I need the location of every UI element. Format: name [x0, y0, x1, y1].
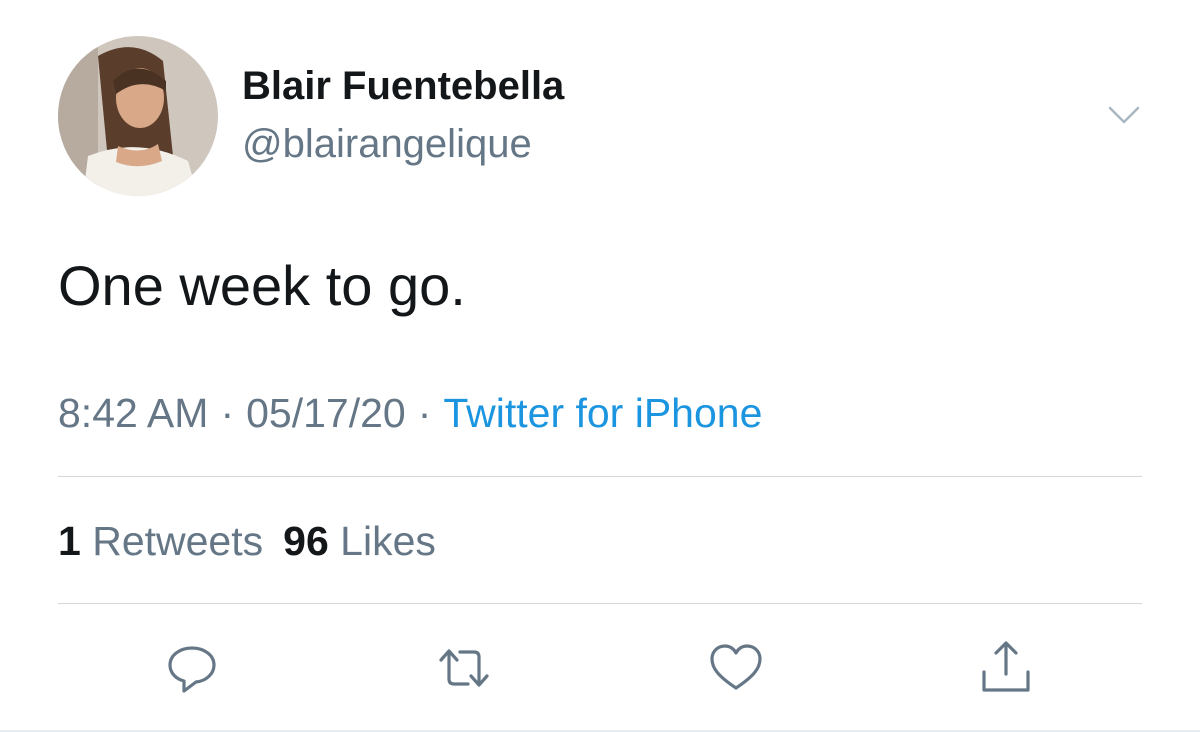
- chevron-down-icon[interactable]: [1104, 100, 1144, 130]
- reply-icon: [168, 646, 216, 693]
- meta-separator: ·: [220, 390, 235, 436]
- tweet-source-link[interactable]: Twitter for iPhone: [443, 390, 762, 436]
- tweet-stats: 1 Retweets 96 Likes: [58, 518, 436, 565]
- retweets-count: 1: [58, 518, 81, 564]
- reply-button[interactable]: [162, 638, 222, 698]
- retweets-label: Retweets: [92, 518, 264, 564]
- display-name[interactable]: Blair Fuentebella: [242, 64, 564, 109]
- likes-stat[interactable]: 96 Likes: [283, 518, 436, 564]
- retweet-icon: [439, 649, 489, 687]
- user-handle[interactable]: @blairangelique: [242, 122, 532, 167]
- retweet-button[interactable]: [434, 638, 494, 698]
- divider: [58, 476, 1142, 477]
- divider: [58, 603, 1142, 604]
- tweet-text: One week to go.: [58, 254, 466, 317]
- tweet-time: 8:42 AM: [58, 390, 209, 436]
- profile-photo: [58, 36, 218, 196]
- meta-separator: ·: [417, 390, 432, 436]
- share-button[interactable]: [976, 638, 1036, 698]
- likes-label: Likes: [340, 518, 436, 564]
- tweet-meta: 8:42 AM · 05/17/20 · Twitter for iPhone: [58, 390, 762, 437]
- retweets-stat[interactable]: 1 Retweets: [58, 518, 263, 564]
- avatar[interactable]: [58, 36, 218, 196]
- like-button[interactable]: [706, 638, 766, 698]
- tweet-date: 05/17/20: [246, 390, 406, 436]
- heart-icon: [710, 644, 762, 690]
- likes-count: 96: [283, 518, 329, 564]
- share-icon: [982, 641, 1030, 692]
